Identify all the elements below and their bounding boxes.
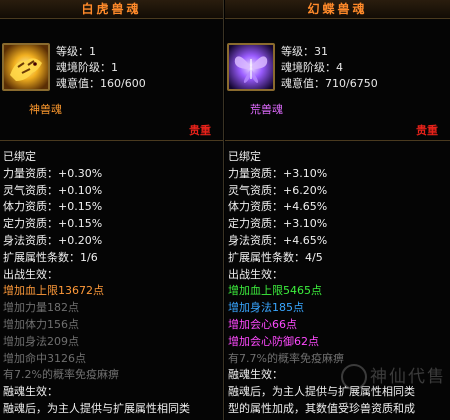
left-panel-title: 白虎兽魂 bbox=[0, 0, 223, 19]
right-soul-panel: 幻蝶兽魂 等级：31 魂境阶级：4 魂意值：710/6750 荒兽魂 贵重 已绑… bbox=[225, 0, 450, 420]
attribute-line: 增加命中3126点 bbox=[3, 351, 86, 365]
attribute-line: 增加身法185点 bbox=[228, 301, 304, 315]
attribute-line: 增加会心66点 bbox=[228, 317, 297, 331]
left-divider bbox=[0, 140, 223, 141]
attribute-line: 增加身法209点 bbox=[3, 334, 79, 348]
attribute-line: 扩展属性条数：4/5 bbox=[228, 250, 323, 264]
left-soul-type: 神兽魂 bbox=[29, 103, 62, 116]
left-realm-rank: 魂境阶级：1 bbox=[56, 61, 118, 74]
attribute-line: 体力资质：+0.15% bbox=[3, 200, 103, 214]
butterfly-icon[interactable] bbox=[227, 43, 275, 91]
logo-circle-icon bbox=[341, 364, 367, 390]
attribute-line: 力量资质：+3.10% bbox=[228, 166, 328, 180]
attribute-line: 定力资质：+0.15% bbox=[3, 217, 103, 231]
attribute-line: 增加血上限5465点 bbox=[228, 284, 322, 298]
watermark-text: 神仙代售 bbox=[370, 367, 446, 387]
left-quality-badge: 贵重 bbox=[189, 124, 211, 137]
right-stats: 等级：31 魂境阶级：4 魂意值：710/6750 bbox=[281, 44, 378, 92]
left-soul-value: 魂意值：160/600 bbox=[56, 77, 146, 90]
watermark-logo: 神仙代售 bbox=[341, 362, 446, 390]
attribute-line: 身法资质：+4.65% bbox=[228, 233, 328, 247]
attribute-line: 融魂生效： bbox=[3, 385, 58, 399]
right-quality-badge: 贵重 bbox=[416, 124, 438, 137]
attribute-line: 身法资质：+0.20% bbox=[3, 233, 103, 247]
attribute-line: 灵气资质：+0.10% bbox=[3, 183, 103, 197]
attribute-line: 灵气资质：+6.20% bbox=[228, 183, 328, 197]
attribute-line: 有7.2%的概率免疫麻痹 bbox=[3, 368, 119, 382]
attribute-line: 出战生效： bbox=[3, 267, 58, 281]
attribute-line: 增加力量182点 bbox=[3, 301, 79, 315]
right-realm-rank: 魂境阶级：4 bbox=[281, 61, 343, 74]
attribute-line: 型的属性加成，其数值受珍兽资质和成 bbox=[228, 401, 415, 415]
attribute-line: 体力资质：+4.65% bbox=[228, 200, 328, 214]
left-level: 等级：1 bbox=[56, 45, 96, 58]
attribute-line: 出战生效： bbox=[228, 267, 283, 281]
right-soul-value: 魂意值：710/6750 bbox=[281, 77, 378, 90]
right-level: 等级：31 bbox=[281, 45, 328, 58]
attribute-line: 已绑定 bbox=[3, 150, 36, 163]
right-divider bbox=[225, 140, 450, 141]
left-stats: 等级：1 魂境阶级：1 魂意值：160/600 bbox=[56, 44, 146, 92]
attribute-line: 增加体力156点 bbox=[3, 317, 79, 331]
attribute-line: 增加会心防御62点 bbox=[228, 334, 319, 348]
left-soul-panel: 白虎兽魂 等级：1 魂境阶级：1 魂意值：160/600 神兽魂 贵重 已绑定 … bbox=[0, 0, 224, 420]
attribute-line: 力量资质：+0.30% bbox=[3, 166, 103, 180]
left-attribute-list: 已绑定力量资质：+0.30% 灵气资质：+0.10% 体力资质：+0.15% 定力资质… bbox=[3, 149, 190, 418]
right-panel-title: 幻蝶兽魂 bbox=[225, 0, 450, 19]
white-tiger-icon[interactable] bbox=[2, 43, 50, 91]
attribute-line: 定力资质：+3.10% bbox=[228, 217, 328, 231]
attribute-line: 融魂后，为主人提供与扩展属性相同类 bbox=[3, 401, 190, 415]
attribute-line: 已绑定 bbox=[228, 150, 261, 163]
attribute-line: 增加血上限13672点 bbox=[3, 284, 104, 298]
right-soul-type: 荒兽魂 bbox=[250, 103, 283, 116]
attribute-line: 扩展属性条数：1/6 bbox=[3, 250, 98, 264]
